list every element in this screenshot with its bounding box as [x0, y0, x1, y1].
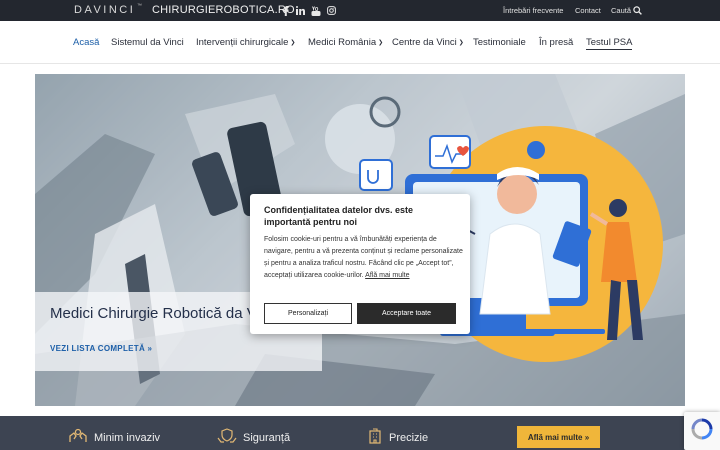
hero-link[interactable]: VEZI LISTA COMPLETĂ »: [50, 344, 152, 353]
feature-label: Minim invaziv: [94, 432, 161, 444]
contact-link[interactable]: Contact: [575, 6, 601, 15]
nav-item-label: Acasă: [73, 37, 100, 48]
cookie-more-link[interactable]: Află mai multe: [365, 272, 409, 279]
nav-item-davinci-system[interactable]: Sistemul da Vinci: [111, 37, 184, 48]
search-link[interactable]: Caută: [611, 6, 631, 15]
feature-label: Siguranță: [243, 432, 291, 444]
cookie-title: Confidențialitatea datelor dvs. este imp…: [264, 205, 414, 227]
cookie-consent-dialog: Confidențialitatea datelor dvs. este imp…: [250, 194, 470, 334]
feature-label: Precizie: [389, 432, 429, 444]
recaptcha-badge[interactable]: [684, 412, 720, 450]
nav-item-label: Medici România: [308, 37, 377, 48]
feature-item: Minim invaziv: [68, 428, 161, 448]
youtube-icon[interactable]: [310, 4, 321, 17]
shield-hands-icon: [217, 428, 237, 448]
nav-item-home[interactable]: Acasă: [73, 37, 99, 48]
feature-strip: Minim invaziv Siguranță Precizie: [0, 416, 720, 450]
logo-trademark: ™: [137, 3, 142, 9]
building-icon: [367, 428, 383, 448]
linkedin-icon[interactable]: [295, 4, 305, 17]
facebook-icon[interactable]: [282, 4, 290, 17]
nav-item-surgeries[interactable]: Intervenții chirurgicale ❯: [196, 37, 295, 48]
hands-icon: [68, 428, 88, 448]
site-name[interactable]: CHIRURGIEROBOTICA.RO: [152, 4, 295, 16]
nav-item-testimonials[interactable]: Testimoniale: [473, 37, 526, 48]
learn-more-button[interactable]: Află mai multe »: [517, 426, 600, 448]
cookie-text: Folosim cookie-uri pentru a vă îmbunătăț…: [264, 234, 464, 282]
nav-item-psa-test[interactable]: Testul PSA: [586, 37, 633, 50]
nav-item-label: Testul PSA: [586, 37, 633, 48]
chevron-down-icon: ❯: [378, 40, 384, 46]
cookie-text-body: Folosim cookie-uri pentru a vă îmbunătăț…: [264, 236, 463, 279]
nav-item-label: Intervenții chirurgicale: [196, 37, 289, 48]
accept-all-button[interactable]: Acceptare toate: [357, 303, 456, 324]
top-bar: DAVINCI ™ CHIRURGIEROBOTICA.RO Întrebări…: [0, 0, 720, 21]
nav-item-label: Sistemul da Vinci: [111, 37, 184, 48]
nav-item-centers[interactable]: Centre da Vinci ❯: [392, 37, 464, 48]
faq-link[interactable]: Întrebări frecvente: [503, 6, 563, 15]
search-icon[interactable]: [632, 4, 642, 17]
chevron-down-icon: ❯: [290, 40, 296, 46]
feature-item: Siguranță: [217, 428, 291, 448]
nav-item-press[interactable]: În presă: [539, 37, 573, 48]
nav-item-label: În presă: [539, 37, 574, 48]
nav-item-label: Centre da Vinci: [392, 37, 457, 48]
chevron-down-icon: ❯: [458, 40, 464, 46]
instagram-icon[interactable]: [326, 4, 336, 17]
davinci-logo[interactable]: DAVINCI: [74, 4, 135, 16]
nav-item-label: Testimoniale: [473, 37, 526, 48]
nav-item-doctors[interactable]: Medici România ❯: [308, 37, 383, 48]
customize-button[interactable]: Personalizați: [264, 303, 352, 324]
recaptcha-icon: [691, 418, 713, 444]
main-navigation: Acasă Sistemul da Vinci Intervenții chir…: [0, 21, 720, 64]
feature-item: Precizie: [367, 428, 429, 448]
